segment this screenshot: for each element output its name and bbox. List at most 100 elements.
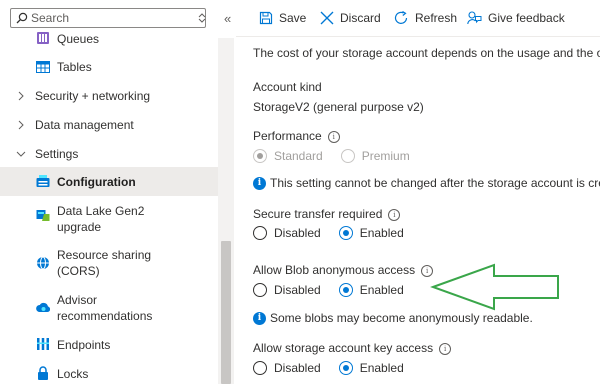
blob-anonymous-radio-group: Disabled Enabled	[253, 281, 422, 299]
data-lake-icon	[36, 210, 50, 221]
queues-icon	[37, 32, 49, 44]
account-kind-value: StorageV2 (general purpose v2)	[253, 100, 424, 114]
sidebar-item-advisor-recommendations[interactable]: Advisor recommendations	[0, 292, 218, 324]
sidebar-item-queues[interactable]: Queues	[0, 30, 218, 48]
key-access-disabled-label: Disabled	[274, 361, 321, 375]
give-feedback-label: Give feedback	[488, 11, 565, 25]
blob-anonymous-enabled-radio[interactable]	[338, 283, 353, 297]
chevron-right-icon	[18, 91, 24, 101]
key-access-enabled-radio[interactable]	[338, 361, 353, 375]
sidebar-scrollbar[interactable]	[218, 38, 234, 384]
sidebar-search-row: «	[10, 8, 234, 30]
info-icon[interactable]: i	[327, 131, 340, 143]
sidebar-item-configuration[interactable]: Configuration	[0, 167, 218, 196]
tables-icon	[36, 61, 50, 73]
secure-transfer-disabled-radio[interactable]	[253, 226, 267, 240]
sidebar-item-label: Data Lake Gen2	[57, 204, 145, 218]
refresh-icon	[394, 11, 408, 24]
info-icon[interactable]: i	[439, 343, 452, 355]
sidebar-group-settings[interactable]: Settings	[0, 144, 218, 164]
info-solid-icon: i	[253, 176, 266, 190]
sidebar-item-label: Tables	[57, 60, 92, 74]
chevron-down-icon	[16, 151, 26, 157]
performance-standard-label: Standard	[274, 149, 323, 163]
performance-radio-group: Standard Premium	[253, 147, 428, 165]
secure-transfer-enabled-label: Enabled	[359, 226, 404, 240]
cors-icon	[37, 256, 49, 270]
annotation-arrow-left-icon	[430, 263, 559, 311]
key-access-label: Allow storage account key access	[253, 341, 434, 355]
performance-label: Performance	[253, 129, 322, 143]
blob-anonymous-disabled-radio[interactable]	[253, 283, 267, 297]
sidebar-item-locks[interactable]: Locks	[0, 364, 218, 384]
sidebar-scrollbar-thumb[interactable]	[221, 241, 231, 384]
command-bar: Save Discard Refresh Give feedback	[244, 0, 600, 36]
blob-anonymous-label: Allow Blob anonymous access	[253, 263, 416, 277]
configuration-icon	[36, 175, 50, 187]
endpoints-icon	[37, 338, 49, 350]
sidebar-item-label: Data management	[35, 118, 134, 132]
performance-label-row: Performance i	[253, 129, 340, 143]
sidebar-item-label: Resource sharing	[57, 248, 152, 262]
account-kind-label: Account kind	[253, 80, 322, 94]
sidebar-item-label: Endpoints	[57, 338, 111, 352]
save-label: Save	[279, 11, 307, 25]
performance-note-text: This setting cannot be changed after the…	[270, 176, 600, 190]
sidebar-item-label-line2: (CORS)	[57, 264, 100, 278]
secure-transfer-disabled-label: Disabled	[274, 226, 321, 240]
sidebar-item-label: Advisor	[57, 293, 98, 307]
key-access-radio-group: Disabled Enabled	[253, 359, 422, 377]
blob-anonymous-note: i Some blobs may become anonymously read…	[253, 311, 533, 325]
feedback-icon	[467, 11, 482, 25]
give-feedback-button[interactable]: Give feedback	[467, 9, 565, 27]
save-button[interactable]: Save	[259, 9, 306, 27]
blob-anonymous-enabled-label: Enabled	[359, 283, 404, 297]
intro-text: The cost of your storage account depends…	[253, 46, 600, 60]
sidebar-group-security-networking[interactable]: Security + networking	[0, 86, 218, 106]
key-access-label-row: Allow storage account key access i	[253, 341, 452, 355]
info-solid-icon: i	[253, 311, 266, 325]
performance-note: i This setting cannot be changed after t…	[253, 176, 600, 190]
refresh-label: Refresh	[415, 11, 458, 25]
sidebar-item-label: Security + networking	[35, 89, 151, 103]
key-access-enabled-label: Enabled	[359, 361, 404, 375]
performance-premium-label: Premium	[361, 149, 410, 163]
sidebar-item-resource-sharing-cors[interactable]: Resource sharing (CORS)	[0, 247, 218, 279]
discard-label: Discard	[340, 11, 381, 25]
search-input[interactable]	[31, 10, 199, 26]
configuration-content: The cost of your storage account depends…	[253, 37, 600, 384]
secure-transfer-label-row: Secure transfer required i	[253, 207, 401, 221]
key-access-disabled-radio[interactable]	[253, 361, 267, 375]
sidebar-item-label: Locks	[57, 367, 89, 381]
blob-anonymous-label-row: Allow Blob anonymous access i	[253, 263, 434, 277]
sidebar-item-label-line2: recommendations	[57, 309, 153, 323]
discard-button[interactable]: Discard	[320, 9, 381, 27]
advisor-icon	[36, 302, 50, 313]
collapse-sidebar-icon[interactable]: «	[224, 11, 231, 26]
close-icon	[320, 11, 334, 25]
sidebar-item-label: Configuration	[57, 175, 136, 189]
secure-transfer-enabled-radio[interactable]	[338, 226, 353, 240]
sidebar-item-label: Queues	[57, 32, 100, 46]
sidebar-item-data-lake-gen2-upgrade[interactable]: Data Lake Gen2 upgrade	[0, 203, 218, 235]
sidebar-item-label: Settings	[35, 147, 79, 161]
blob-anonymous-note-text: Some blobs may become anonymously readab…	[270, 311, 533, 325]
sidebar-item-endpoints[interactable]: Endpoints	[0, 335, 218, 355]
search-box[interactable]	[10, 8, 206, 28]
sidebar-item-label-line2: upgrade	[57, 220, 102, 234]
sidebar-group-data-management[interactable]: Data management	[0, 115, 218, 135]
blob-anonymous-disabled-label: Disabled	[274, 283, 321, 297]
performance-standard-radio[interactable]	[253, 149, 267, 163]
performance-premium-radio[interactable]	[340, 149, 355, 163]
search-icon	[16, 12, 28, 24]
secure-transfer-radio-group: Disabled Enabled	[253, 224, 422, 242]
secure-transfer-label: Secure transfer required	[253, 207, 383, 221]
chevron-right-icon	[18, 120, 24, 130]
resource-menu-sidebar: « Queues Tables Security + networking Da…	[0, 0, 234, 384]
lock-icon	[38, 366, 48, 380]
sort-icon[interactable]	[198, 13, 206, 23]
save-icon	[259, 11, 273, 25]
sidebar-item-tables[interactable]: Tables	[0, 57, 218, 77]
info-icon[interactable]: i	[388, 209, 401, 221]
refresh-button[interactable]: Refresh	[394, 9, 457, 27]
